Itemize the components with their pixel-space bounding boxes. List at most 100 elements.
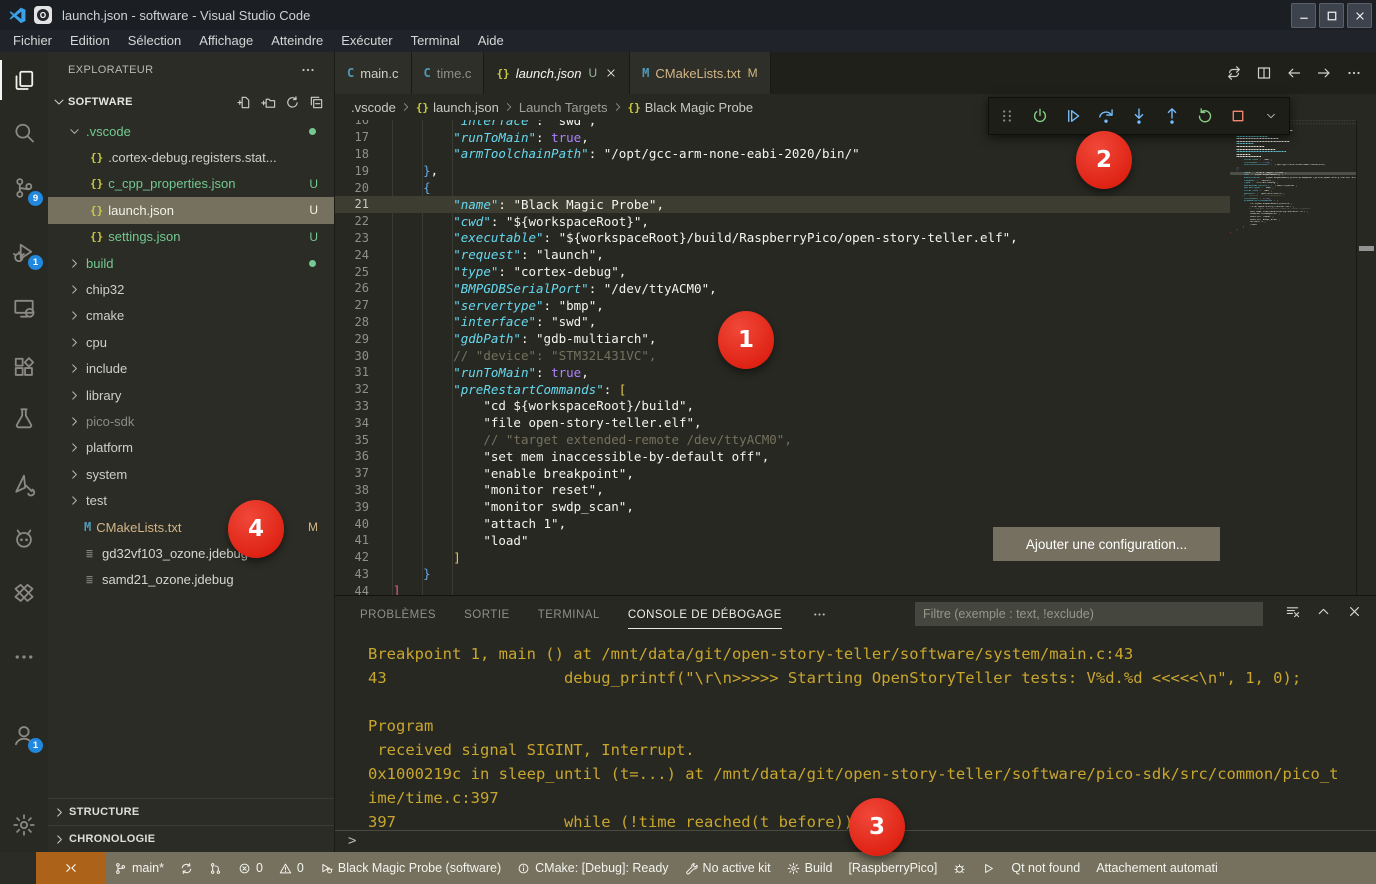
- tree-item--cortex-debug-registers-stat-[interactable]: {}.cortex-debug.registers.stat...: [48, 144, 334, 170]
- code-line-21[interactable]: 21 "name": "Black Magic Probe",: [335, 196, 1230, 213]
- tab-launch-json[interactable]: {}launch.jsonU: [484, 52, 630, 94]
- status-raspberrypico[interactable]: [RaspberryPico]: [840, 852, 945, 884]
- remote-indicator[interactable]: [36, 852, 106, 884]
- status-black-magic-probe-software[interactable]: Black Magic Probe (software): [312, 852, 509, 884]
- activity-search[interactable]: [0, 111, 48, 155]
- code-line-36[interactable]: 36 "set mem inaccessible-by-default off"…: [335, 448, 1230, 465]
- project-section-header[interactable]: SOFTWARE: [48, 87, 334, 117]
- panel-more-button[interactable]: [812, 607, 827, 622]
- tab-time-c[interactable]: Ctime.c: [412, 52, 485, 94]
- clear-all-button[interactable]: [1285, 604, 1300, 619]
- activity-remote-explorer[interactable]: [0, 286, 48, 330]
- code-line-29[interactable]: 29 "gdbPath": "gdb-multiarch",: [335, 330, 1230, 347]
- arrow-left-button[interactable]: [1286, 65, 1302, 81]
- code-line-27[interactable]: 27 "servertype": "bmp",: [335, 297, 1230, 314]
- tree-item-cpu[interactable]: cpu: [48, 329, 334, 355]
- activity-cmake-tools[interactable]: [0, 463, 48, 507]
- menu-item-fichier[interactable]: Fichier: [4, 30, 61, 52]
- new-folder-button[interactable]: [261, 95, 276, 110]
- code-line-34[interactable]: 34 "file open-story-teller.elf",: [335, 414, 1230, 431]
- panel-tab-sortie[interactable]: SORTIE: [464, 600, 510, 628]
- code-line-23[interactable]: 23 "executable": "${workspaceRoot}/build…: [335, 230, 1230, 247]
- arrow-right-button[interactable]: [1316, 65, 1332, 81]
- menu-item-selection[interactable]: Sélection: [119, 30, 190, 52]
- code-line-38[interactable]: 38 "monitor reset",: [335, 482, 1230, 499]
- collapse-all-button[interactable]: [309, 95, 324, 110]
- status-sync[interactable]: [172, 852, 201, 884]
- step-out-button[interactable]: [1160, 104, 1184, 128]
- tree-item-c-cpp-properties-json[interactable]: {}c_cpp_properties.jsonU: [48, 171, 334, 197]
- status-branch2[interactable]: [201, 852, 230, 884]
- activity-extensions[interactable]: [0, 345, 48, 389]
- tree-item-samd21-ozone-jdebug[interactable]: samd21_ozone.jdebug: [48, 567, 334, 593]
- activity-files[interactable]: [0, 58, 48, 102]
- panel-tab-problemes[interactable]: PROBLÈMES: [360, 600, 436, 628]
- activity-beaker[interactable]: [0, 396, 48, 440]
- editor-scrollbar[interactable]: [1356, 120, 1376, 595]
- restart-button[interactable]: [1193, 104, 1217, 128]
- tree-item-settings-json[interactable]: {}settings.jsonU: [48, 224, 334, 250]
- menu-item-executer[interactable]: Exécuter: [332, 30, 401, 52]
- add-configuration-button[interactable]: Ajouter une configuration...: [993, 527, 1220, 561]
- tree-item-cmake[interactable]: cmake: [48, 303, 334, 329]
- activity-vs-project[interactable]: [0, 571, 48, 615]
- tree-item-platform[interactable]: platform: [48, 435, 334, 461]
- status-attachement-automati[interactable]: Attachement automati: [1088, 852, 1226, 884]
- code-line-32[interactable]: 32 "preRestartCommands": [: [335, 381, 1230, 398]
- menu-item-affichage[interactable]: Affichage: [190, 30, 262, 52]
- maximize-button[interactable]: [1319, 3, 1344, 28]
- activity-platformio[interactable]: [0, 516, 48, 560]
- code-line-26[interactable]: 26 "BMPGDBSerialPort": "/dev/ttyACM0",: [335, 280, 1230, 297]
- breadcrumb-item[interactable]: {}launch.json: [416, 100, 499, 115]
- close-tab-button[interactable]: [605, 67, 617, 79]
- new-file-button[interactable]: [237, 95, 252, 110]
- tree-item-pico-sdk[interactable]: pico-sdk: [48, 408, 334, 434]
- breadcrumb-item[interactable]: .vscode: [351, 100, 396, 115]
- code-area[interactable]: 16 "interface": "swd",17 "runToMain": tr…: [335, 120, 1376, 595]
- minimize-button[interactable]: [1291, 3, 1316, 28]
- status-cmake-debug-ready[interactable]: CMake: [Debug]: Ready: [509, 852, 676, 884]
- tree-item-chip32[interactable]: chip32: [48, 276, 334, 302]
- close-button[interactable]: [1347, 604, 1362, 619]
- status-0[interactable]: 0: [271, 852, 312, 884]
- panel-tab-console-de-debogage[interactable]: CONSOLE DE DÉBOGAGE: [628, 600, 782, 629]
- tree-item-build[interactable]: build: [48, 250, 334, 276]
- activity-source-control[interactable]: 9: [0, 166, 48, 210]
- code-line-22[interactable]: 22 "cwd": "${workspaceRoot}",: [335, 213, 1230, 230]
- code-line-37[interactable]: 37 "enable breakpoint",: [335, 465, 1230, 482]
- tree-item-cmakelists-txt[interactable]: MCMakeLists.txtM: [48, 514, 334, 540]
- code-line-44[interactable]: 44]: [335, 582, 1230, 595]
- code-line-39[interactable]: 39 "monitor swdp_scan",: [335, 498, 1230, 515]
- code-line-28[interactable]: 28 "interface": "swd",: [335, 314, 1230, 331]
- debug-console-filter-input[interactable]: [915, 602, 1263, 626]
- close-window-button[interactable]: [1347, 3, 1372, 28]
- section-chronologie[interactable]: CHRONOLOGIE: [48, 825, 334, 852]
- menu-item-edition[interactable]: Edition: [61, 30, 119, 52]
- tree-item-test[interactable]: test: [48, 487, 334, 513]
- tab-main-c[interactable]: Cmain.c: [335, 52, 412, 94]
- stop-button[interactable]: [1226, 104, 1250, 128]
- more-button[interactable]: [1346, 65, 1362, 81]
- continue-button[interactable]: [1061, 104, 1085, 128]
- status-main[interactable]: main*: [106, 852, 172, 884]
- status-no-active-kit[interactable]: No active kit: [677, 852, 779, 884]
- code-line-31[interactable]: 31 "runToMain": true,: [335, 364, 1230, 381]
- code-line-35[interactable]: 35 // "target extended-remote /dev/ttyAC…: [335, 431, 1230, 448]
- status-build[interactable]: Build: [779, 852, 841, 884]
- code-line-30[interactable]: 30 // "device": "STM32L431VC",: [335, 347, 1230, 364]
- chevron-up-button[interactable]: [1316, 604, 1331, 619]
- activity-more[interactable]: [0, 635, 48, 679]
- split-editor-button[interactable]: [1256, 65, 1272, 81]
- status-qt-not-found[interactable]: Qt not found: [1003, 852, 1088, 884]
- activity-settings-gear[interactable]: [0, 803, 48, 847]
- step-into-button[interactable]: [1127, 104, 1151, 128]
- status-play[interactable]: [974, 852, 1003, 884]
- activity-account[interactable]: 1: [0, 713, 48, 757]
- gripper-button[interactable]: [995, 104, 1019, 128]
- step-over-button[interactable]: [1094, 104, 1118, 128]
- panel-tab-terminal[interactable]: TERMINAL: [538, 600, 600, 628]
- tree-item-gd32vf103-ozone-jdebug[interactable]: gd32vf103_ozone.jdebug: [48, 540, 334, 566]
- refresh-button[interactable]: [285, 95, 300, 110]
- section-structure[interactable]: STRUCTURE: [48, 798, 334, 825]
- menu-item-aide[interactable]: Aide: [469, 30, 513, 52]
